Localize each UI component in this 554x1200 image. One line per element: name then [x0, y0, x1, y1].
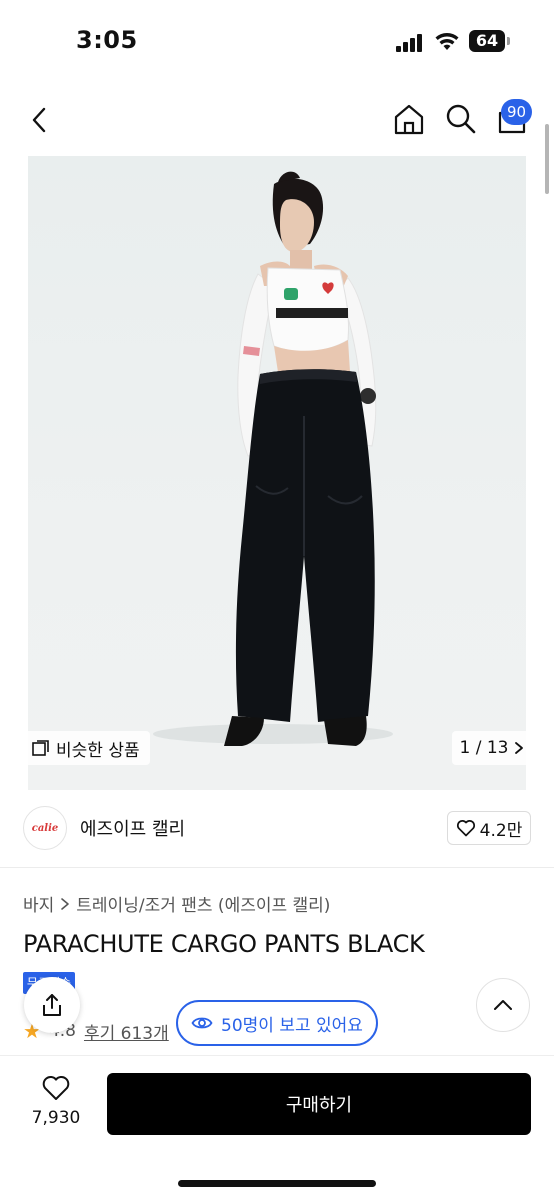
- store-like-button[interactable]: 4.2만: [447, 811, 531, 845]
- product-image[interactable]: [28, 156, 526, 790]
- back-icon: [32, 107, 46, 133]
- page-indicator-text: 1 / 13: [459, 738, 509, 758]
- scroll-to-top-button[interactable]: [476, 978, 530, 1032]
- gallery-icon: [32, 740, 49, 756]
- status-bar: 3:05 64: [0, 0, 554, 84]
- status-time: 3:05: [76, 26, 138, 54]
- home-icon: [394, 104, 424, 135]
- store-name[interactable]: 에즈이프 캘리: [80, 815, 185, 841]
- product-title: PARACHUTE CARGO PANTS BLACK: [23, 930, 425, 958]
- viewers-indicator: 50명이 보고 있어요: [176, 1000, 378, 1046]
- model-photo: [153, 171, 393, 746]
- store-like-count: 4.2만: [479, 820, 523, 841]
- store-row: calie 에즈이프 캘리 4.2만: [0, 790, 554, 868]
- image-page-indicator[interactable]: 1 / 13: [452, 731, 532, 765]
- wishlist-button[interactable]: 7,930: [26, 1074, 86, 1134]
- viewers-text: 50명이 보고 있어요: [221, 1015, 363, 1036]
- home-button[interactable]: [390, 100, 428, 138]
- breadcrumb-category[interactable]: 바지: [23, 891, 54, 916]
- chevron-up-icon: [494, 1000, 512, 1010]
- wishlist-count: 7,930: [31, 1108, 81, 1128]
- similar-products-button[interactable]: 비슷한 상품: [22, 731, 150, 765]
- similar-products-label: 비슷한 상품: [56, 740, 140, 761]
- breadcrumb: 바지 트레이닝/조거 팬츠 (에즈이프 캘리): [23, 891, 330, 916]
- search-button[interactable]: [443, 100, 479, 138]
- share-icon: [43, 994, 61, 1016]
- home-indicator: [178, 1180, 376, 1187]
- store-logo-text: calie: [31, 822, 59, 834]
- chevron-right-icon: [515, 742, 524, 754]
- battery-indicator: 64: [469, 30, 505, 52]
- heart-icon: [42, 1076, 70, 1100]
- breadcrumb-subcategory[interactable]: 트레이닝/조거 팬츠 (에즈이프 캘리): [76, 891, 330, 916]
- eye-icon: [191, 1017, 213, 1029]
- reviews-link[interactable]: 후기 613개: [84, 1019, 169, 1044]
- scrollbar[interactable]: [545, 124, 549, 194]
- battery-cap: [507, 37, 510, 45]
- heart-icon: [456, 820, 475, 837]
- share-button[interactable]: [24, 977, 80, 1033]
- back-button[interactable]: [22, 102, 58, 138]
- nav-header: [0, 84, 554, 156]
- wifi-icon: [435, 33, 459, 50]
- search-icon: [446, 104, 476, 134]
- store-logo[interactable]: calie: [23, 806, 67, 850]
- chevron-right-icon: [61, 897, 70, 910]
- cart-count-badge: 90: [501, 99, 533, 125]
- signal-icon: [396, 34, 424, 52]
- buy-button[interactable]: 구매하기: [107, 1073, 531, 1135]
